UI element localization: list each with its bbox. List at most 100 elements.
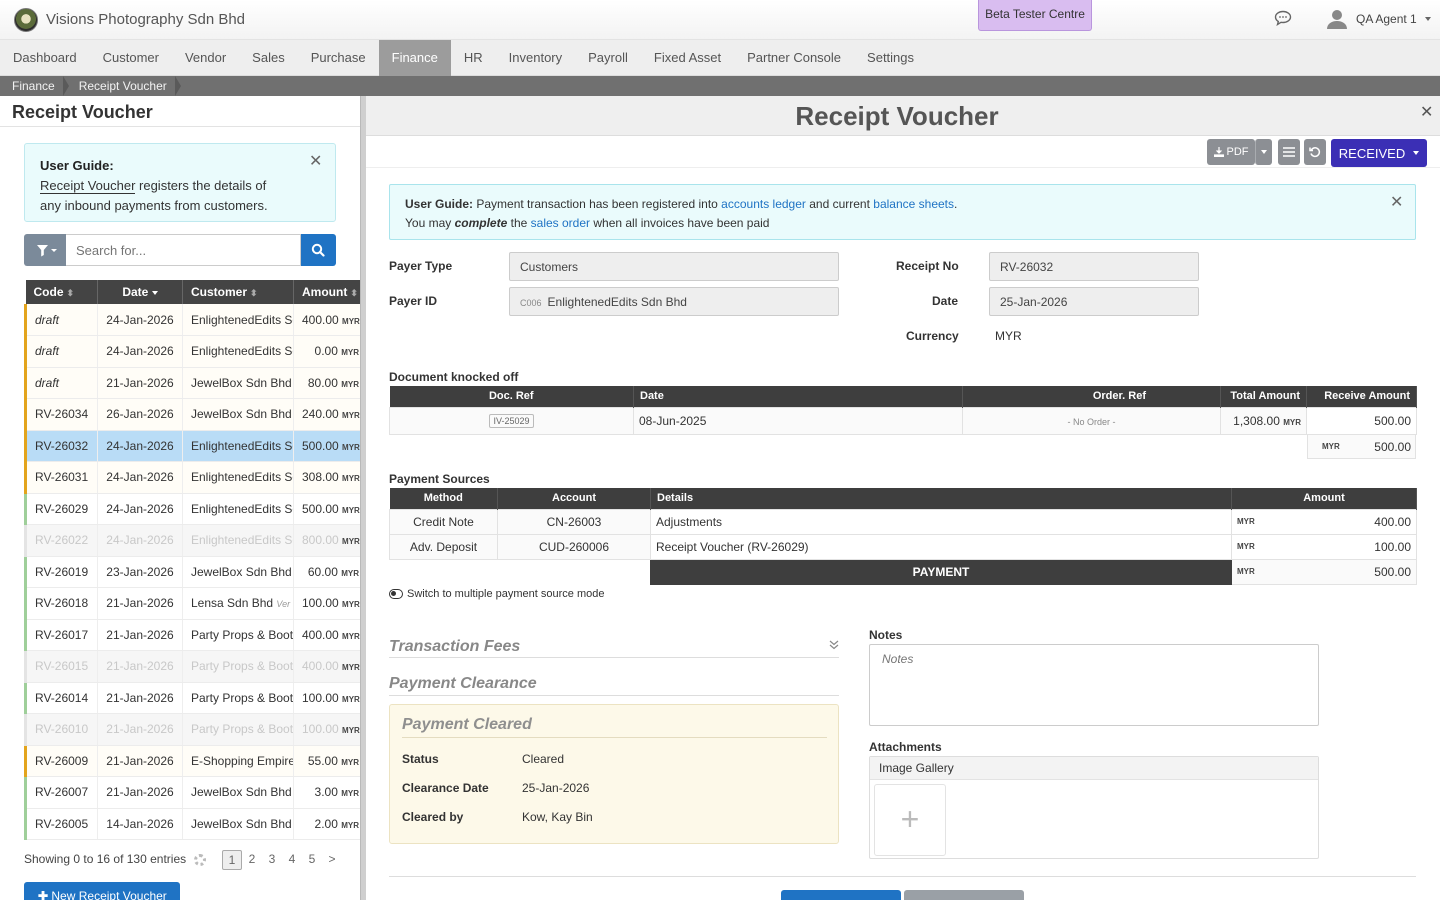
close-icon[interactable]: ✕ <box>1420 102 1433 122</box>
divider <box>389 695 839 696</box>
page-2-button[interactable]: 2 <box>242 850 262 870</box>
close-icon[interactable]: ✕ <box>1390 193 1403 212</box>
nav-item-dashboard[interactable]: Dashboard <box>0 40 90 76</box>
table-row[interactable]: RV-2602224-Jan-2026EnlightenedEdits Sdn … <box>24 524 362 557</box>
user-guide-text-2: any inbound payments from customers. <box>40 198 268 213</box>
payer-id-field[interactable]: C006 EnlightenedEdits Sdn Bhd <box>509 287 839 316</box>
table-row[interactable]: RV-26014 21-Jan-2026 Party Props & Booth 10… <box>24 682 362 714</box>
clearance-date-label: Clearance Date <box>402 781 489 795</box>
sales-order-link[interactable]: sales order <box>531 216 590 230</box>
account-cell: CN-26003 <box>497 508 651 535</box>
page-4-button[interactable]: 4 <box>282 850 302 870</box>
next-page-button[interactable]: > <box>322 850 342 870</box>
table-row[interactable]: RV-2603124-Jan-2026EnlightenedEdits Sdn … <box>24 461 362 494</box>
receipt-no-field[interactable]: RV-26032 <box>989 252 1199 281</box>
nav-item-hr[interactable]: HR <box>451 40 496 76</box>
header-order-ref: Order. Ref <box>962 386 1221 407</box>
column-header-date[interactable]: Date <box>97 280 183 304</box>
history-icon <box>1309 147 1321 158</box>
page-3-button[interactable]: 3 <box>262 850 282 870</box>
table-row[interactable]: RV-26018 21-Jan-2026 Lensa Sdn Bhd Ver 100.… <box>24 587 362 620</box>
document-knocked-off-table: Doc. Ref Date Order. Ref Total Amount Re… <box>389 386 1417 435</box>
secondary-action-button[interactable] <box>904 890 1024 900</box>
row-amount: 400.00 MYR <box>293 619 362 651</box>
table-row[interactable]: RV-26015 21-Jan-2026 Party Props & Booth 40… <box>24 650 362 683</box>
nav-item-purchase[interactable]: Purchase <box>298 40 379 76</box>
table-row[interactable]: draft 21-Jan-2026 JewelBox Sdn Bhd 80.00 MY… <box>24 367 362 399</box>
table-row[interactable]: RV-2602924-Jan-2026EnlightenedEdits Sdn … <box>24 493 362 525</box>
table-row[interactable]: RV-26005 14-Jan-2026 JewelBox Sdn Bhd 2.00 … <box>24 808 362 840</box>
status-received-button[interactable]: RECEIVED <box>1331 139 1427 167</box>
search-button[interactable] <box>301 234 336 266</box>
nav-item-vendor[interactable]: Vendor <box>172 40 239 76</box>
user-guide-box: User Guide: Payment transaction has been… <box>389 184 1416 240</box>
nav-item-fixed-asset[interactable]: Fixed Asset <box>641 40 734 76</box>
nav-item-payroll[interactable]: Payroll <box>575 40 641 76</box>
row-date: 26-Jan-2026 <box>97 398 183 431</box>
table-row[interactable]: RV-26034 26-Jan-2026 JewelBox Sdn Bhd 240.0… <box>24 398 362 431</box>
nav-item-inventory[interactable]: Inventory <box>496 40 575 76</box>
guide-text: and current <box>805 197 874 211</box>
transaction-fees-title[interactable]: Transaction Fees <box>389 638 520 656</box>
row-customer: JewelBox Sdn Bhd <box>182 398 294 431</box>
voucher-detail-panel: Receipt Voucher ✕ PDF RECEIVED User Guid… <box>366 96 1440 900</box>
user-menu[interactable]: QA Agent 1 <box>1326 7 1431 31</box>
table-row[interactable]: draft24-Jan-2026EnlightenedEdits Sdn Bhd… <box>24 335 362 368</box>
amount-cell[interactable]: MYR 100.00 <box>1231 533 1417 560</box>
table-row[interactable]: RV-26009 21-Jan-2026 E-Shopping Empire 55.0… <box>24 745 362 777</box>
gear-icon[interactable] <box>194 854 206 866</box>
nav-item-partner-console[interactable]: Partner Console <box>734 40 854 76</box>
doc-ref-tag[interactable]: IV-25029 <box>489 414 534 428</box>
beta-tester-centre-button[interactable]: Beta Tester Centre <box>978 0 1092 31</box>
pdf-dropdown-button[interactable] <box>1255 139 1272 165</box>
breadcrumb: Finance Receipt Voucher <box>0 76 1440 96</box>
close-icon[interactable]: ✕ <box>309 152 322 172</box>
column-header-customer[interactable]: Customer ⬍ <box>182 280 294 304</box>
accounts-ledger-link[interactable]: accounts ledger <box>721 197 806 211</box>
table-row[interactable]: RV-26017 21-Jan-2026 Party Props & Booth 40… <box>24 619 362 651</box>
column-header-amount[interactable]: Amount ⬍ <box>293 280 362 304</box>
column-header-code[interactable]: Code ⬍ <box>25 280 98 304</box>
row-date: 21-Jan-2026 <box>97 776 183 809</box>
date-field[interactable]: 25-Jan-2026 <box>989 287 1199 316</box>
row-date: 14-Jan-2026 <box>97 808 183 840</box>
pdf-button[interactable]: PDF <box>1207 139 1255 165</box>
account-cell: CUD-260006 <box>497 533 651 560</box>
table-row[interactable]: draft24-Jan-2026EnlightenedEdits Sdn Bhd… <box>24 304 362 336</box>
breadcrumb-receipt-voucher[interactable]: Receipt Voucher <box>67 76 181 96</box>
notes-field[interactable] <box>869 644 1319 726</box>
primary-action-button[interactable] <box>781 890 901 900</box>
row-code: RV-26017 <box>24 619 98 651</box>
nav-item-customer[interactable]: Customer <box>90 40 172 76</box>
row-date: 21-Jan-2026 <box>97 619 183 651</box>
nav-item-finance[interactable]: Finance <box>378 40 451 76</box>
page-1-button[interactable]: 1 <box>222 850 242 870</box>
list-view-button[interactable] <box>1278 139 1300 165</box>
table-row[interactable]: RV-2603224-Jan-2026EnlightenedEdits Sdn … <box>24 430 362 462</box>
new-receipt-voucher-button[interactable]: ✚ New Receipt Voucher <box>24 882 180 900</box>
page-5-button[interactable]: 5 <box>302 850 322 870</box>
search-input[interactable] <box>66 234 301 266</box>
table-row[interactable]: RV-26010 21-Jan-2026 Party Props & Booth 10… <box>24 713 362 746</box>
row-amount: 308.00 MYR <box>293 461 362 494</box>
table-row[interactable]: RV-26007 21-Jan-2026 JewelBox Sdn Bhd 3.00 … <box>24 776 362 809</box>
chat-icon[interactable] <box>1274 10 1292 26</box>
chevron-double-down-icon[interactable] <box>829 640 839 650</box>
history-button[interactable] <box>1304 139 1326 165</box>
payer-type-field[interactable]: Customers <box>509 252 839 281</box>
balance-sheets-link[interactable]: balance sheets <box>873 197 954 211</box>
breadcrumb-finance[interactable]: Finance <box>0 76 69 96</box>
receive-amount-cell[interactable]: 500.00 <box>1306 406 1417 435</box>
filter-button[interactable] <box>24 234 66 266</box>
add-attachment-button[interactable]: + <box>874 784 946 856</box>
nav-item-sales[interactable]: Sales <box>239 40 298 76</box>
multiple-source-toggle[interactable]: Switch to multiple payment source mode <box>389 588 604 600</box>
table-row[interactable]: RV-26019 23-Jan-2026 JewelBox Sdn Bhd 60.00… <box>24 556 362 588</box>
nav-item-settings[interactable]: Settings <box>854 40 927 76</box>
amount-cell[interactable]: MYR 400.00 <box>1231 508 1417 535</box>
attachments-label: Attachments <box>869 740 942 754</box>
user-guide-link[interactable]: Receipt Voucher <box>40 178 136 194</box>
row-customer: Party Props & Booth <box>182 713 294 746</box>
guide-text: the <box>507 216 531 230</box>
list-icon <box>1283 147 1295 157</box>
